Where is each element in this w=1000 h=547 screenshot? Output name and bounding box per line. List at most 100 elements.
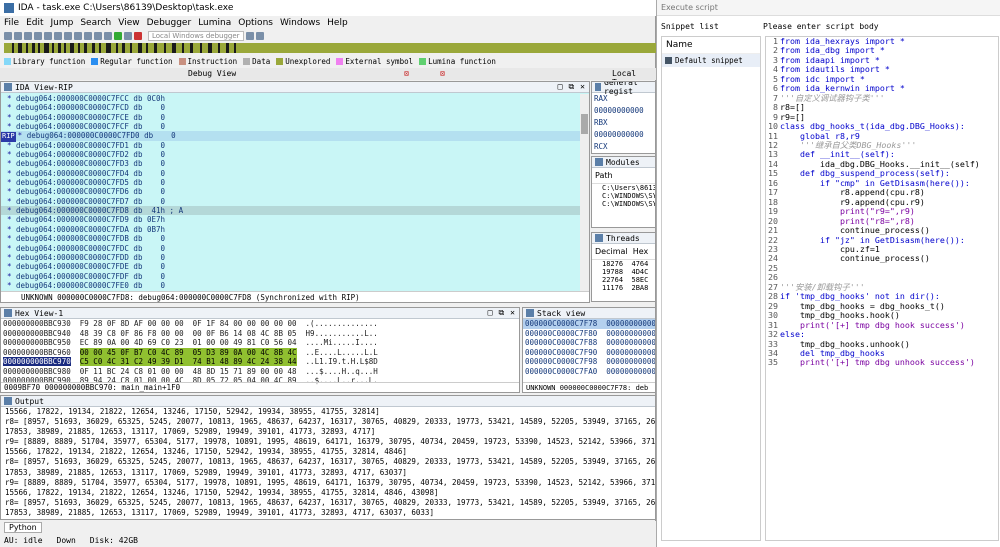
disasm-line[interactable]: * debug064:000000C0000C7FDE db 0 [1, 262, 581, 271]
breakpoint-icon[interactable] [104, 32, 112, 40]
disasm-line[interactable]: RIP * debug064:000000C0000C7FD0 db 0 [1, 131, 581, 142]
menu-item-options[interactable]: Options [238, 18, 273, 28]
thread-row[interactable]: 18276 4764 [592, 260, 655, 268]
code-line[interactable]: 35 print('[+] tmp dbg unhook success') [766, 357, 998, 367]
disasm-text: debug064:000000C0000C7FDF db 0 [16, 271, 166, 281]
restore-icon[interactable]: □ [558, 82, 563, 92]
output-line: r9= [8889, 8889, 51704, 35977, 65304, 51… [5, 437, 656, 447]
disasm-line[interactable]: * debug064:000000C0000C7FD6 db 0 [1, 187, 581, 196]
menu-item-windows[interactable]: Windows [280, 18, 320, 28]
thread-row[interactable]: 19788 4D4C [592, 268, 655, 276]
hex-row[interactable]: 000000000BBC970 C5 C0 4C 31 C2 49 39 D1 … [1, 357, 519, 367]
register-row[interactable]: RCX 00000000000 [592, 141, 655, 153]
stop-icon[interactable] [134, 32, 142, 40]
disassembly-listing[interactable]: * debug064:000000C0000C7FCC db 0C0h * deb… [1, 94, 581, 292]
disasm-line[interactable]: * debug064:000000C0000C7FE0 db 0 [1, 281, 581, 290]
stack-row[interactable]: 000000C0000C7F88 00000000000 [523, 338, 655, 348]
run-icon[interactable] [114, 32, 122, 40]
module-row[interactable]: C:\WINDOWS\SY [592, 200, 655, 208]
disasm-line[interactable]: * debug064:000000C0000C7FDD db 0 [1, 253, 581, 262]
back-icon[interactable] [24, 32, 32, 40]
disasm-line[interactable]: * debug064:000000C0000C7FD9 db 0E7h [1, 215, 581, 224]
float-icon[interactable]: ⧉ [568, 82, 574, 92]
disasm-line[interactable]: * debug064:000000C0000C7FD5 db 0 [1, 178, 581, 187]
tab-local-types[interactable]: Local Types [612, 69, 656, 80]
disasm-line[interactable]: * debug064:000000C0000C7FD7 db 0 [1, 197, 581, 206]
debugger-select[interactable]: Local Windows debugger [148, 31, 244, 41]
enum-icon[interactable] [94, 32, 102, 40]
module-row[interactable]: C:\WINDOWS\SY [592, 192, 655, 200]
stack-listing[interactable]: 000000C0000C7F78 00000000000 000000C0000C… [523, 319, 655, 376]
close-icon[interactable]: ✕ [510, 308, 515, 318]
disasm-line[interactable]: * debug064:000000C0000C7FDA db 0B7h [1, 225, 581, 234]
open-icon[interactable] [4, 32, 12, 40]
close-icon[interactable]: ✕ [580, 82, 585, 92]
disasm-line[interactable]: * debug064:000000C0000C7FDF db 0 [1, 272, 581, 281]
output-log[interactable]: 15566, 17822, 19134, 21822, 12654, 13246… [1, 407, 656, 519]
disasm-line[interactable]: * debug064:000000C0000C7FDC db 0 [1, 244, 581, 253]
menu-item-view[interactable]: View [118, 18, 139, 28]
disasm-line[interactable]: * debug064:000000C0000C7FDB db 0 [1, 234, 581, 243]
hex-row[interactable]: 000000000BBC960 00 00 45 0F B7 C0 4C 89 … [1, 347, 519, 358]
disasm-line[interactable]: * debug064:000000C0000C7FD1 db 0 [1, 141, 581, 150]
register-row[interactable]: RBX 00000000000 [592, 117, 655, 141]
menu-item-debugger[interactable]: Debugger [147, 18, 192, 28]
module-row[interactable]: C:\Users\86139 [592, 184, 655, 192]
snippet-list[interactable]: Name Default snippet [661, 36, 761, 541]
disasm-line[interactable]: * debug064:000000C0000C7FD2 db 0 [1, 150, 581, 159]
text-icon[interactable] [64, 32, 72, 40]
hex-icon[interactable] [54, 32, 62, 40]
stack-row[interactable]: 000000C0000C7FA0 00000000000 [523, 367, 655, 377]
disasm-line[interactable]: * debug064:000000C0000C7FD8 db 41h ; A [1, 206, 581, 216]
close-icon[interactable]: ⊠ [404, 69, 409, 78]
search-icon[interactable] [44, 32, 52, 40]
menu-item-search[interactable]: Search [80, 18, 111, 28]
hex-row[interactable]: 000000000BBC950 EC 89 0A 00 4D 69 C0 23 … [1, 338, 519, 348]
code-line[interactable]: 25 [766, 263, 998, 273]
disasm-line[interactable]: * debug064:000000C0000C7FD4 db 0 [1, 169, 581, 178]
graph-icon[interactable] [74, 32, 82, 40]
vertical-scrollbar[interactable] [580, 94, 589, 292]
menu-item-lumina[interactable]: Lumina [198, 18, 231, 28]
menu-item-file[interactable]: File [4, 18, 19, 28]
stack-row[interactable]: 000000C0000C7F90 00000000000 [523, 348, 655, 358]
hex-dump[interactable]: 000000000BBC930 F9 28 0F 8D AF 00 00 00 … [1, 319, 519, 386]
hex-address: 000000000BBC970 [3, 357, 71, 366]
code-line[interactable]: 24 continue_process() [766, 253, 998, 263]
step-over-icon[interactable] [255, 32, 264, 40]
menu-item-jump[interactable]: Jump [51, 18, 74, 28]
save-icon[interactable] [14, 32, 22, 40]
thread-row[interactable]: 11176 2BA8 [592, 284, 655, 292]
line-bullet: * [7, 168, 17, 178]
stack-row[interactable]: 000000C0000C7F78 00000000000 [523, 319, 655, 329]
step-into-icon[interactable] [245, 32, 254, 40]
disasm-line[interactable]: * debug064:000000C0000C7FCF db 0 [1, 122, 581, 131]
python-tab[interactable]: Python [4, 522, 42, 533]
float-icon[interactable]: ⧉ [498, 308, 504, 318]
legend-label: Lumina function [428, 56, 496, 66]
thread-row[interactable]: 22764 58EC [592, 276, 655, 284]
close-icon[interactable]: ⊠ [440, 69, 445, 78]
forward-icon[interactable] [34, 32, 42, 40]
legend-swatch [243, 58, 251, 65]
tab-debug-view[interactable]: Debug View [188, 69, 236, 78]
script-editor[interactable]: 1 from ida_hexrays import * 2 from ida_dbg … [765, 36, 999, 541]
disasm-line[interactable]: * debug064:000000C0000C7FCD db 0 [1, 103, 581, 112]
menu-item-edit[interactable]: Edit [26, 18, 43, 28]
disasm-line[interactable]: * debug064:000000C0000C7FD3 db 0 [1, 159, 581, 168]
pause-icon[interactable] [124, 32, 132, 40]
snippet-item[interactable]: Default snippet [662, 54, 760, 67]
disasm-line[interactable]: * debug064:000000C0000C7FCC db 0C0h [1, 94, 581, 103]
menu-item-help[interactable]: Help [327, 18, 348, 28]
struct-icon[interactable] [84, 32, 92, 40]
restore-icon[interactable]: □ [488, 308, 493, 318]
register-row[interactable]: RAX 00000000000 [592, 93, 655, 117]
hex-row[interactable]: 000000000BBC940 48 39 C8 0F 86 F8 00 00 … [1, 329, 519, 339]
stack-row[interactable]: 000000C0000C7F80 00000000000 [523, 329, 655, 339]
hex-row[interactable]: 000000000BBC980 0F 11 BC 24 C8 01 00 00 … [1, 367, 519, 377]
output-line: r8= [8957, 51693, 36029, 65325, 5245, 20… [5, 497, 656, 507]
hex-row[interactable]: 000000000BBC930 F9 28 0F 8D AF 00 00 00 … [1, 319, 519, 329]
stack-row[interactable]: 000000C0000C7F98 00000000000 [523, 357, 655, 367]
disasm-line[interactable]: * debug064:000000C0000C7FCE db 0 [1, 113, 581, 122]
navigation-band[interactable] [4, 43, 656, 53]
